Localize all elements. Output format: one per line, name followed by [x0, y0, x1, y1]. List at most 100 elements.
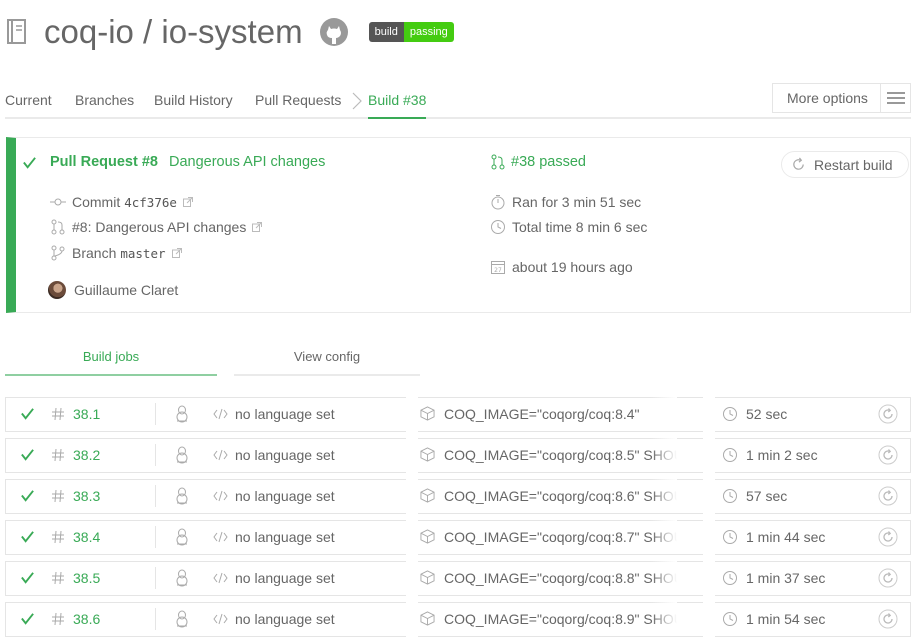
- restart-icon[interactable]: [878, 568, 898, 588]
- restart-icon[interactable]: [878, 609, 898, 629]
- stopwatch-icon: [491, 195, 505, 210]
- job-row[interactable]: 38.6 no language set COQ_IMAGE="coqorg/c…: [5, 601, 911, 638]
- code-icon: [213, 490, 228, 501]
- job-status: [20, 479, 35, 512]
- job-number[interactable]: 38.2: [73, 447, 100, 463]
- job-number[interactable]: 38.1: [73, 406, 100, 422]
- pull-request-link[interactable]: #8: Dangerous API changes: [72, 219, 246, 235]
- external-link-icon[interactable]: [171, 248, 182, 258]
- finished-row: 27 about 19 hours ago: [490, 259, 633, 275]
- job-number-cell[interactable]: 38.6: [51, 602, 100, 635]
- check-icon: [21, 531, 34, 543]
- job-env-cell: COQ_IMAGE="coqorg/coq:8.4": [420, 397, 677, 430]
- tab-build-jobs[interactable]: Build jobs: [5, 338, 217, 376]
- branch-row: Branch master: [50, 245, 182, 261]
- clock-icon: [723, 488, 737, 503]
- job-number-cell[interactable]: 38.3: [51, 479, 100, 512]
- linux-icon: [176, 405, 188, 422]
- tab-current[interactable]: Current: [5, 92, 52, 108]
- job-number-cell[interactable]: 38.4: [51, 520, 100, 553]
- job-number[interactable]: 38.6: [73, 611, 100, 627]
- repo-title[interactable]: coq-io / io-system: [44, 13, 303, 51]
- build-status-row: #38 passed: [490, 154, 586, 170]
- job-language-cell: no language set: [213, 602, 335, 635]
- author-row: Guillaume Claret: [48, 281, 178, 299]
- build-message: Dangerous API changes: [168, 154, 326, 170]
- job-row[interactable]: 38.3 no language set COQ_IMAGE="coqorg/c…: [5, 478, 911, 515]
- job-number[interactable]: 38.4: [73, 529, 100, 545]
- job-row[interactable]: 38.5 no language set COQ_IMAGE="coqorg/c…: [5, 560, 911, 597]
- text-fade: [651, 561, 677, 594]
- job-restart[interactable]: [878, 397, 898, 430]
- job-os: [174, 520, 190, 553]
- tab-branches[interactable]: Branches: [75, 92, 134, 108]
- github-icon[interactable]: [319, 17, 349, 47]
- job-os: [174, 438, 190, 471]
- tab-build-38[interactable]: Build #38: [368, 92, 427, 119]
- job-row[interactable]: 38.2 no language set COQ_IMAGE="coqorg/c…: [5, 437, 911, 474]
- text-fade: [651, 479, 677, 512]
- job-row[interactable]: 38.4 no language set COQ_IMAGE="coqorg/c…: [5, 519, 911, 556]
- build-title-row: Pull Request #8 Dangerous API changes: [22, 154, 325, 170]
- linux-icon: [176, 610, 188, 627]
- restart-icon[interactable]: [878, 445, 898, 465]
- job-duration-cell: 1 min 2 sec: [722, 438, 818, 471]
- job-duration: 1 min 2 sec: [746, 446, 818, 463]
- clock-icon: [491, 220, 505, 234]
- code-icon: [213, 572, 228, 583]
- job-restart[interactable]: [878, 479, 898, 512]
- job-restart[interactable]: [878, 602, 898, 635]
- tab-build-history[interactable]: Build History: [154, 92, 233, 108]
- clock-icon: [723, 570, 737, 585]
- package-icon: [420, 529, 435, 544]
- job-number-cell[interactable]: 38.1: [51, 397, 100, 430]
- job-number-cell[interactable]: 38.2: [51, 438, 100, 471]
- job-status: [20, 561, 35, 594]
- commit-icon: [50, 198, 66, 206]
- external-link-icon[interactable]: [252, 222, 263, 232]
- text-fade: [651, 602, 677, 635]
- job-row-gap: [406, 601, 418, 638]
- job-row-gap: [406, 437, 418, 474]
- job-language: no language set: [235, 528, 335, 545]
- job-row[interactable]: 38.1 no language set COQ_IMAGE="coqorg/c…: [5, 396, 911, 433]
- commit-hash[interactable]: 4cf376e: [124, 195, 177, 210]
- tab-pull-requests[interactable]: Pull Requests: [255, 92, 341, 108]
- job-os: [174, 561, 190, 594]
- restart-icon[interactable]: [878, 404, 898, 424]
- tab-view-config[interactable]: View config: [234, 338, 420, 376]
- job-number[interactable]: 38.3: [73, 488, 100, 504]
- job-number[interactable]: 38.5: [73, 570, 100, 586]
- code-icon: [213, 531, 228, 542]
- job-os: [174, 397, 190, 430]
- pull-request-label[interactable]: Pull Request #8: [50, 154, 158, 170]
- job-duration: 1 min 44 sec: [746, 528, 826, 545]
- branch-name[interactable]: master: [120, 246, 165, 261]
- job-restart[interactable]: [878, 561, 898, 594]
- external-link-icon[interactable]: [182, 197, 193, 207]
- total-time: Total time 8 min 6 sec: [512, 219, 648, 235]
- job-duration-cell: 1 min 37 sec: [722, 561, 825, 594]
- restart-icon[interactable]: [878, 486, 898, 506]
- chevron-right-icon: [352, 92, 362, 110]
- job-duration-cell: 57 sec: [722, 479, 787, 512]
- clock-icon: [723, 447, 737, 462]
- job-os: [174, 602, 190, 635]
- job-language: no language set: [235, 487, 335, 504]
- job-restart[interactable]: [878, 438, 898, 471]
- build-status-badge[interactable]: build passing: [368, 22, 454, 42]
- job-number-cell[interactable]: 38.5: [51, 561, 100, 594]
- job-restart[interactable]: [878, 520, 898, 553]
- more-options-button[interactable]: More options: [772, 83, 911, 113]
- calendar-icon: 27: [491, 261, 505, 274]
- code-icon: [213, 613, 228, 624]
- restart-build-button[interactable]: Restart build: [781, 151, 909, 178]
- job-language: no language set: [235, 405, 335, 422]
- job-row-gap: [703, 478, 715, 515]
- package-icon: [420, 406, 435, 421]
- clock-icon: [723, 406, 737, 421]
- hash-icon: [52, 530, 64, 543]
- more-options-label: More options: [787, 90, 868, 106]
- restart-icon[interactable]: [878, 527, 898, 547]
- hamburger-menu-icon[interactable]: [880, 84, 910, 112]
